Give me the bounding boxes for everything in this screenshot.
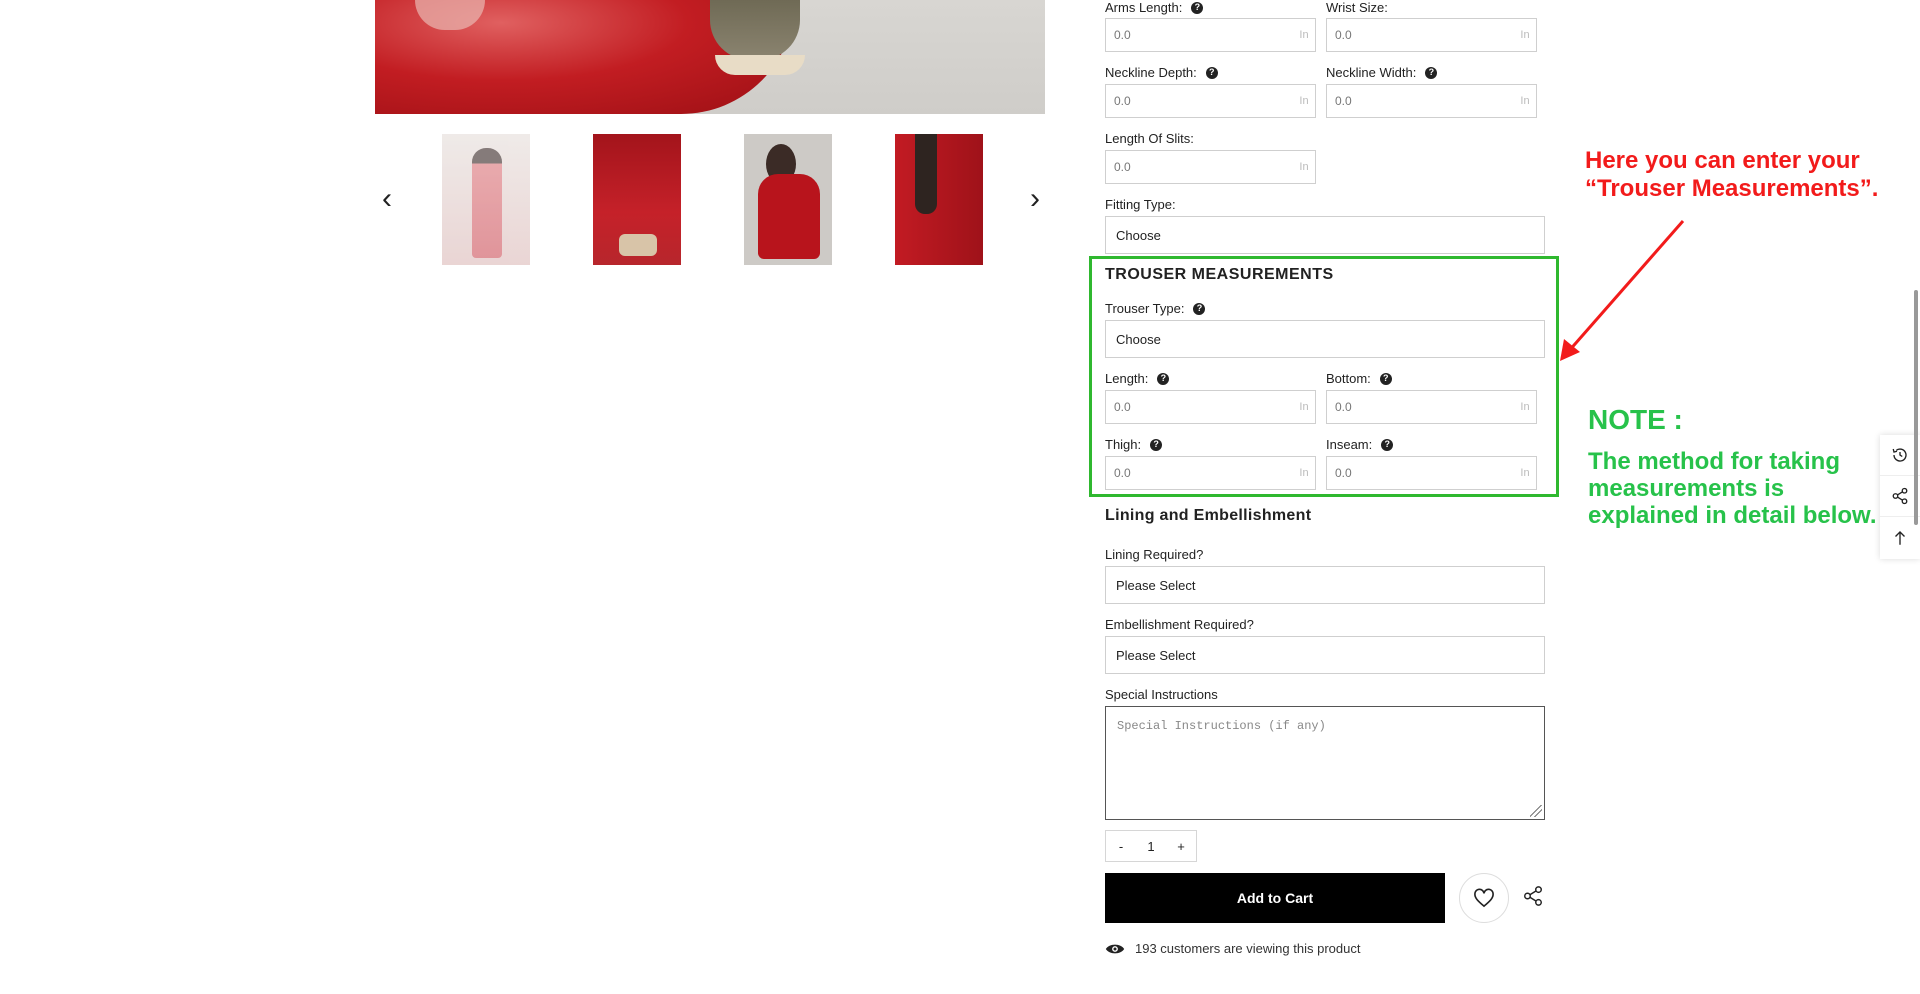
arrow-up-icon [1895,530,1905,545]
thigh-label: Thigh:? [1105,437,1163,452]
thumbnail-2[interactable] [593,134,681,265]
help-icon[interactable]: ? [1157,372,1170,385]
share-button[interactable] [1522,885,1546,909]
note-body: The method for taking measurements is ex… [1588,448,1877,529]
share-icon [1524,886,1542,906]
length-of-slits-label: Length Of Slits: [1105,131,1194,146]
quantity-decrease-button[interactable]: - [1106,839,1136,854]
special-instructions-label: Special Instructions [1105,687,1218,702]
history-icon [1892,448,1907,462]
quantity-stepper: - 1 + [1105,830,1197,862]
trouser-annotation-text: Here you can enter your “Trouser Measure… [1585,147,1879,202]
arms-length-label: Arms Length:? [1105,0,1204,15]
neckline-width-label: Neckline Width:? [1326,65,1438,80]
thumbnail-carousel: ‹ › [375,134,1045,266]
trouser-type-select[interactable]: Choose [1105,320,1545,358]
carousel-prev-arrow[interactable]: ‹ [375,179,399,219]
carousel-next-arrow[interactable]: › [1023,179,1047,219]
thumbnail-3[interactable] [744,134,832,265]
fitting-type-select[interactable]: Choose [1105,216,1545,254]
fitting-type-label: Fitting Type: [1105,197,1176,212]
thumbnail-4[interactable] [895,134,983,265]
embellishment-required-label: Embellishment Required? [1105,617,1254,632]
neckline-depth-input[interactable]: 0.0 In [1105,84,1316,118]
inseam-label: Inseam:? [1326,437,1394,452]
lining-required-label: Lining Required? [1105,547,1204,562]
note-title: NOTE : [1588,404,1683,435]
quantity-value[interactable]: 1 [1136,839,1166,854]
viewing-count: 193 customers are viewing this product [1105,941,1360,956]
special-instructions-textarea[interactable]: Special Instructions (if any) [1105,706,1545,820]
eye-icon [1105,944,1125,953]
resize-grip-icon[interactable] [1530,805,1542,817]
share-icon [1892,487,1908,505]
sandal-image-part [715,55,805,75]
trouser-type-label: Trouser Type:? [1105,301,1206,316]
wrist-size-input[interactable]: 0.0 In [1326,18,1537,52]
inseam-input[interactable]: 0.0 In [1326,456,1537,490]
length-input[interactable]: 0.0 In [1105,390,1316,424]
wishlist-button[interactable] [1459,873,1509,923]
help-icon[interactable]: ? [1425,66,1438,79]
lining-required-select[interactable]: Please Select [1105,566,1545,604]
bottom-input[interactable]: 0.0 In [1326,390,1537,424]
thumbnail-1[interactable] [442,134,530,265]
help-icon[interactable]: ? [1150,438,1163,451]
trouser-section-title: TROUSER MEASUREMENTS [1105,266,1334,283]
length-label: Length:? [1105,371,1170,386]
red-arrow-icon [1560,220,1685,361]
help-icon[interactable]: ? [1193,302,1206,315]
thigh-input[interactable]: 0.0 In [1105,456,1316,490]
product-main-image[interactable] [375,0,1045,114]
help-icon[interactable]: ? [1205,66,1218,79]
help-icon[interactable]: ? [1379,372,1392,385]
heart-icon [1474,888,1494,908]
lining-section-title: Lining and Embellishment [1105,507,1312,524]
length-of-slits-input[interactable]: 0.0 In [1105,150,1316,184]
help-icon[interactable]: ? [1191,1,1204,14]
wrist-size-label: Wrist Size: [1326,0,1388,15]
arms-length-input[interactable]: 0.0 In [1105,18,1316,52]
bottom-label: Bottom:? [1326,371,1392,386]
neckline-depth-label: Neckline Depth:? [1105,65,1218,80]
add-to-cart-button[interactable]: Add to Cart [1105,873,1445,923]
help-icon[interactable]: ? [1381,438,1394,451]
embellishment-required-select[interactable]: Please Select [1105,636,1545,674]
neckline-width-input[interactable]: 0.0 In [1326,84,1537,118]
scrollbar-thumb[interactable] [1914,290,1918,525]
quantity-increase-button[interactable]: + [1166,839,1196,854]
